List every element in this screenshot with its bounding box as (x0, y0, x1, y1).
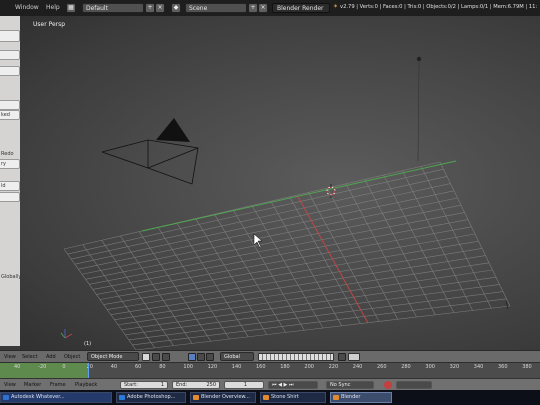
mode-select[interactable]: Object Mode (87, 352, 139, 361)
scene-field[interactable]: Scene (185, 3, 247, 13)
timeline-tick-label: 40 (14, 364, 21, 370)
timeline-tick-label: 240 (352, 364, 363, 370)
screen-add-icon[interactable]: + (145, 3, 155, 13)
shelf-label-redo: Redo (1, 151, 14, 157)
menu-object[interactable]: Object (64, 354, 80, 360)
menu-help[interactable]: Help (46, 4, 60, 11)
shelf-button-5[interactable] (0, 192, 20, 202)
render-engine-select[interactable]: Blender Render (272, 3, 330, 13)
viewport-scene (60, 56, 511, 350)
timeline-tick-label: 120 (207, 364, 218, 370)
timeline-tick-label: 220 (328, 364, 339, 370)
timeline-tick-label: 160 (256, 364, 266, 370)
pivot-point-icon[interactable] (152, 353, 160, 361)
3d-cursor (326, 184, 336, 198)
timeline-tick-label: 60 (135, 364, 142, 370)
scene-icon[interactable]: ◆ (171, 3, 181, 13)
taskbar-item-2[interactable]: Adobe Photoshop... (116, 392, 186, 403)
timeline-tick-label: 180 (280, 364, 290, 370)
render-preview-icon[interactable] (348, 353, 360, 361)
axis-gizmo (60, 329, 73, 339)
tool-shelf: ked Redo ry ld Globally (0, 16, 21, 346)
viewport-frame-label: (1) (84, 341, 92, 347)
info-header: Window Help ▦ Default + × ◆ Scene + × Bl… (0, 0, 540, 17)
timeline-tick-label: 140 (231, 364, 242, 370)
taskbar-item-4[interactable]: Stone Shirt (260, 392, 326, 403)
camera-object (101, 118, 199, 185)
shading-icon[interactable] (142, 353, 150, 361)
timeline-tick-label: 300 (425, 364, 435, 370)
shelf-button-4[interactable] (0, 100, 20, 110)
current-frame-field[interactable]: 1 (224, 381, 264, 389)
shelf-button-ld[interactable]: ld (0, 181, 20, 191)
scale-icon[interactable] (206, 353, 214, 361)
timeline-tick-label: 260 (377, 364, 387, 370)
playback-controls[interactable]: ⏮ ◀ ▶ ⏭ (268, 381, 318, 389)
shelf-button-1[interactable] (0, 30, 20, 42)
menu-select[interactable]: Select (22, 354, 37, 360)
scene-delete-icon[interactable]: × (258, 3, 268, 13)
screen-layout-field[interactable]: Default (82, 3, 144, 13)
screen-delete-icon[interactable]: × (155, 3, 165, 13)
current-frame-marker[interactable] (88, 363, 89, 379)
camera-up-triangle (156, 118, 190, 142)
timeline-tick-label: 380 (522, 364, 532, 370)
shelf-button-2[interactable] (0, 50, 20, 60)
shelf-button-ry[interactable]: ry (0, 159, 20, 169)
translate-icon[interactable] (188, 353, 196, 361)
timeline-tick-label: 360 (498, 364, 508, 370)
timeline-menu-frame[interactable]: Frame (50, 382, 66, 388)
lock-icon[interactable] (338, 353, 346, 361)
taskbar-item-1[interactable]: Autodesk Whatever... (0, 392, 112, 403)
sync-select[interactable]: No Sync (326, 381, 374, 389)
layer-buttons[interactable] (258, 353, 334, 361)
timeline-tick-label: 0 (62, 364, 66, 370)
timeline-menu-marker[interactable]: Marker (24, 382, 41, 388)
timeline-tick-label: 200 (304, 364, 314, 370)
taskbar-item-3[interactable]: Blender Overview... (190, 392, 256, 403)
floor-grid (63, 161, 511, 350)
taskbar-item-blender[interactable]: Blender (330, 392, 392, 403)
end-frame-field[interactable]: End: 250 (172, 381, 220, 389)
manipulator-icon[interactable] (162, 353, 170, 361)
timeline-tick-label: 40 (110, 364, 118, 370)
shelf-button-ked[interactable]: ked (0, 110, 20, 120)
orientation-select[interactable]: Global (220, 352, 254, 361)
menu-view[interactable]: View (4, 354, 16, 360)
timeline-tick-label: 280 (401, 364, 411, 370)
timeline[interactable]: 40 -20 0 20 40 60 80 100 120 140 160 180 200 220 240 26… (0, 362, 540, 379)
lamp-object (416, 56, 422, 162)
3d-viewport[interactable]: User Persp (20, 16, 540, 350)
record-icon[interactable] (384, 381, 392, 389)
viewport-title: User Persp (33, 21, 66, 28)
start-frame-field[interactable]: Start: 1 (120, 381, 168, 389)
scene-add-icon[interactable]: + (248, 3, 258, 13)
timeline-menu-view[interactable]: View (4, 382, 16, 388)
menu-add[interactable]: Add (46, 354, 56, 360)
grid-marker (505, 300, 509, 310)
os-taskbar: Autodesk Whatever... Adobe Photoshop... … (0, 390, 540, 405)
timeline-tick-label: 320 (449, 364, 460, 370)
blender-window: Window Help ▦ Default + × ◆ Scene + × Bl… (0, 0, 540, 405)
keying-set-field[interactable] (396, 381, 432, 389)
timeline-tick-label: 100 (183, 364, 193, 370)
shelf-button-3[interactable] (0, 66, 20, 76)
blender-logo-icon: ✶ (333, 3, 339, 10)
rotate-icon[interactable] (197, 353, 205, 361)
y-axis-line (141, 160, 457, 232)
menu-window[interactable]: Window (15, 4, 39, 11)
timeline-menu-playback[interactable]: Playback (75, 382, 97, 388)
screen-layout-icon[interactable]: ▦ (66, 3, 76, 13)
scene-stats: v2.79 | Verts:0 | Faces:0 | Tris:0 | Obj… (340, 4, 538, 10)
shelf-label-globally: Globally (1, 274, 22, 280)
timeline-tick-label: 340 (473, 364, 484, 370)
timeline-tick-label: 80 (159, 364, 166, 370)
timeline-tick-label: -20 (38, 364, 47, 370)
